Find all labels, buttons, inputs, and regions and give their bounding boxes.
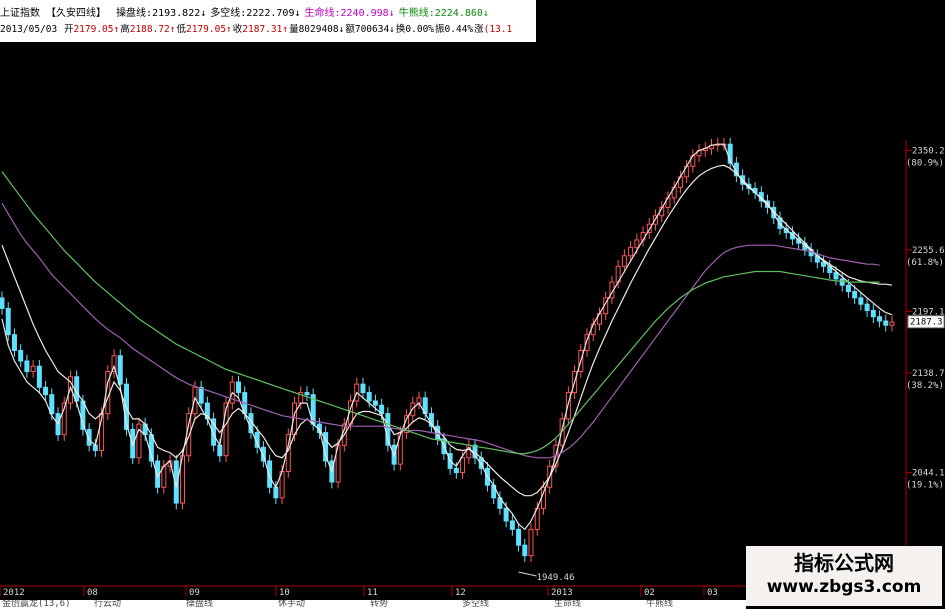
bottom-item-2: 操盘线 bbox=[186, 600, 214, 609]
series-line-2 bbox=[1, 202, 880, 459]
y-tick-pct-1: (61.8%) bbox=[906, 258, 944, 268]
candle-body-73 bbox=[453, 467, 459, 474]
series-line-0 bbox=[1, 143, 893, 531]
y-tick-label-0: 2350.2 bbox=[912, 146, 945, 156]
watermark: 指标公式网 www.zbgs3.com bbox=[746, 546, 942, 606]
y-tick-label-1: 2255.6 bbox=[912, 246, 945, 256]
x-tick-label-2: 09 bbox=[189, 588, 200, 598]
bottom-item-4: 转势 bbox=[370, 600, 389, 609]
candle-body-58 bbox=[360, 383, 366, 394]
y-tick-label-3: 2138.7 bbox=[912, 369, 945, 379]
candle-body-3 bbox=[18, 349, 24, 362]
bottom-item-6: 生命线 bbox=[554, 600, 582, 609]
candle-body-35 bbox=[217, 444, 223, 457]
series-line-1 bbox=[1, 164, 893, 497]
series-line-3 bbox=[1, 171, 880, 455]
candle-body-59 bbox=[366, 392, 372, 402]
x-tick-label-0: 2012 bbox=[3, 588, 25, 598]
candle-body-81 bbox=[503, 507, 509, 522]
candle-body-141 bbox=[877, 316, 883, 322]
bottom-indicator-strip: 金创赢龙(13,6) 行云动 操盘线 休手动 转势 多空线 生命线 牛熊线 bbox=[0, 600, 746, 609]
candle-body-135 bbox=[839, 278, 845, 286]
candle-body-136 bbox=[845, 284, 851, 293]
low-annotation-label: 1949.46 bbox=[537, 573, 575, 583]
candle-body-44 bbox=[273, 486, 279, 499]
candle-body-100 bbox=[621, 255, 627, 267]
candle-body-84 bbox=[522, 544, 528, 557]
candle-body-0 bbox=[0, 297, 5, 309]
bottom-item-3: 休手动 bbox=[278, 600, 306, 609]
candle-body-140 bbox=[870, 309, 876, 318]
candle-body-15 bbox=[92, 444, 98, 451]
y-tick-label-4: 2044.1 bbox=[912, 468, 945, 478]
candle-body-139 bbox=[864, 303, 870, 311]
candle-body-83 bbox=[516, 528, 522, 546]
candle-body-101 bbox=[628, 246, 634, 257]
bottom-item-0: 金创赢龙(13,6) bbox=[2, 600, 71, 609]
x-tick-label-6: 2013 bbox=[551, 588, 573, 598]
candle-body-137 bbox=[852, 291, 858, 299]
candle-body-142 bbox=[883, 320, 889, 326]
candle-body-2 bbox=[11, 334, 17, 351]
candle-body-4 bbox=[24, 360, 30, 373]
x-tick-label-7: 02 bbox=[644, 588, 655, 598]
candle-body-102 bbox=[634, 239, 640, 248]
candle-body-38 bbox=[236, 381, 242, 394]
candle-body-85 bbox=[528, 528, 534, 557]
candle-body-60 bbox=[372, 400, 378, 406]
x-tick-label-1: 08 bbox=[87, 588, 98, 598]
low-annotation-line bbox=[518, 571, 537, 577]
candle-body-138 bbox=[858, 297, 864, 305]
candle-body-49 bbox=[304, 392, 310, 396]
candle-body-1 bbox=[5, 307, 11, 336]
candle-body-32 bbox=[198, 386, 204, 404]
x-tick-label-5: 12 bbox=[455, 588, 466, 598]
bottom-item-5: 多空线 bbox=[462, 600, 490, 609]
watermark-title: 指标公式网 bbox=[794, 551, 894, 575]
y-tick-pct-0: (80.9%) bbox=[906, 158, 944, 168]
candle-body-67 bbox=[416, 397, 422, 404]
x-tick-label-3: 10 bbox=[279, 588, 290, 598]
bottom-item-7: 牛熊线 bbox=[646, 600, 674, 609]
candle-body-5 bbox=[30, 365, 36, 373]
bottom-item-1: 行云动 bbox=[94, 600, 122, 609]
candle-body-12 bbox=[74, 376, 80, 402]
x-tick-label-4: 11 bbox=[367, 588, 378, 598]
candle-body-8 bbox=[49, 394, 55, 415]
candle-body-143 bbox=[889, 321, 895, 326]
current-price-label: 2187.3 bbox=[910, 318, 943, 328]
candle-body-19 bbox=[117, 355, 123, 385]
y-tick-pct-3: (38.2%) bbox=[906, 381, 944, 391]
candle-body-82 bbox=[509, 520, 515, 530]
candle-body-74 bbox=[460, 457, 466, 474]
candle-body-6 bbox=[36, 365, 42, 388]
candle-body-134 bbox=[833, 272, 839, 280]
candle-body-7 bbox=[43, 386, 49, 396]
x-tick-label-8: 03 bbox=[707, 588, 718, 598]
watermark-url: www.zbgs3.com bbox=[766, 577, 922, 597]
y-tick-pct-4: (19.1%) bbox=[906, 480, 944, 490]
candlestick-chart[interactable]: 2350.2(80.9%)2255.6(61.8%)2197.12138.7(3… bbox=[0, 0, 945, 609]
